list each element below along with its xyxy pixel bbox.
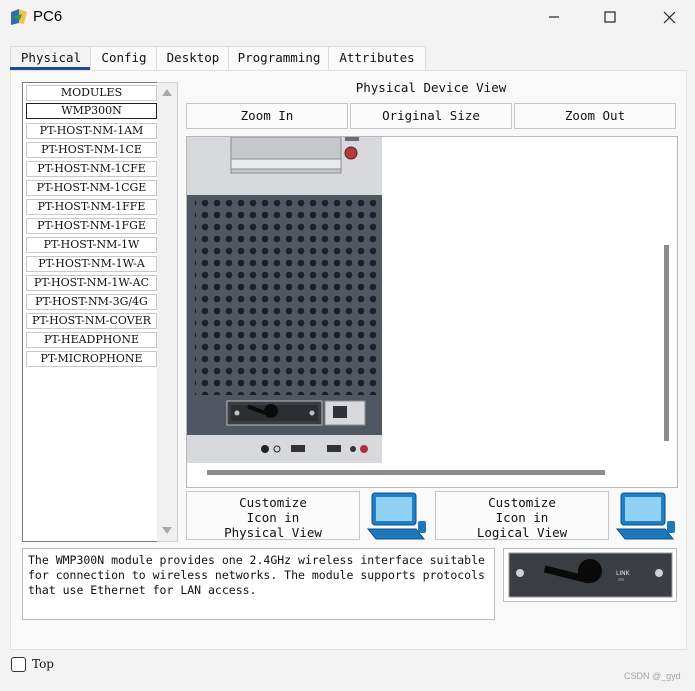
customize-physical-view-button[interactable]: Customize Icon in Physical View xyxy=(186,491,360,540)
wmp300n-module-image: LINK xyxy=(508,552,673,598)
scroll-up-icon xyxy=(162,89,172,96)
module-list[interactable]: MODULES WMP300N PT-HOST-NM-1AM PT-HOST-N… xyxy=(22,82,159,542)
packet-tracer-icon xyxy=(11,9,27,25)
physical-device-view-title: Physical Device View xyxy=(355,80,507,95)
tab-config[interactable]: Config xyxy=(90,46,158,70)
device-view[interactable] xyxy=(186,136,678,488)
minimize-icon xyxy=(549,16,559,18)
module-item-selected[interactable]: WMP300N xyxy=(26,103,157,119)
top-label: Top xyxy=(32,657,54,671)
module-item[interactable]: PT-HOST-NM-1W xyxy=(26,237,157,253)
customize-physical-line-2: Icon in xyxy=(246,510,300,525)
maximize-icon xyxy=(604,11,616,23)
customize-physical-line-1: Customize xyxy=(239,495,307,510)
tab-bar: Physical Config Desktop Programming Attr… xyxy=(10,46,426,70)
scroll-down-icon xyxy=(162,527,172,534)
customize-logical-view-button[interactable]: Customize Icon in Logical View xyxy=(435,491,609,540)
customize-logical-line-3: Logical View xyxy=(476,525,568,540)
zoom-out-button[interactable]: Zoom Out xyxy=(514,103,676,129)
module-item[interactable]: PT-MICROPHONE xyxy=(26,351,157,367)
tab-desktop[interactable]: Desktop xyxy=(156,46,230,70)
original-size-button[interactable]: Original Size xyxy=(350,103,512,129)
scrollbar-arrows xyxy=(162,89,172,534)
module-item[interactable]: PT-HOST-NM-1AM xyxy=(26,123,157,139)
module-item[interactable]: PT-HOST-NM-1W-AC xyxy=(26,275,157,291)
customize-physical-line-3: Physical View xyxy=(224,525,322,540)
pc-icon[interactable] xyxy=(615,491,677,542)
customize-logical-line-1: Customize xyxy=(488,495,556,510)
pc-icon[interactable] xyxy=(366,491,428,542)
module-item[interactable]: PT-HEADPHONE xyxy=(26,332,157,348)
close-icon xyxy=(663,11,675,23)
module-item[interactable]: PT-HOST-NM-COVER xyxy=(26,313,157,329)
window-title: PC6 xyxy=(33,8,63,25)
zoom-in-button[interactable]: Zoom In xyxy=(186,103,348,129)
watermark: CSDN @_gyd xyxy=(624,671,681,681)
link-label: LINK xyxy=(616,570,631,577)
title-bar: PC6 xyxy=(0,0,695,36)
module-item[interactable]: PT-HOST-NM-1FGE xyxy=(26,218,157,234)
module-list-scrollbar[interactable] xyxy=(157,82,178,542)
module-item[interactable]: PT-HOST-NM-3G/4G xyxy=(26,294,157,310)
horizontal-scroll-thumb xyxy=(207,470,605,475)
minimize-button[interactable] xyxy=(531,0,577,34)
module-item[interactable]: PT-HOST-NM-1CGE xyxy=(26,180,157,196)
tab-programming[interactable]: Programming xyxy=(228,46,330,70)
module-thumbnail: LINK xyxy=(503,548,677,602)
module-item[interactable]: PT-HOST-NM-1CE xyxy=(26,142,157,158)
module-item[interactable]: PT-HOST-NM-1W-A xyxy=(26,256,157,272)
vertical-scroll-thumb xyxy=(664,245,669,441)
module-item[interactable]: PT-HOST-NM-1CFE xyxy=(26,161,157,177)
pc-case-image xyxy=(187,137,669,475)
customize-logical-line-2: Icon in xyxy=(495,510,549,525)
module-item[interactable]: MODULES xyxy=(26,85,157,101)
module-description: The WMP300N module provides one 2.4GHz w… xyxy=(22,548,495,620)
close-button[interactable] xyxy=(646,0,692,34)
maximize-button[interactable] xyxy=(587,0,633,34)
top-checkbox[interactable] xyxy=(11,657,26,672)
tab-attributes[interactable]: Attributes xyxy=(328,46,426,70)
module-item[interactable]: PT-HOST-NM-1FFE xyxy=(26,199,157,215)
